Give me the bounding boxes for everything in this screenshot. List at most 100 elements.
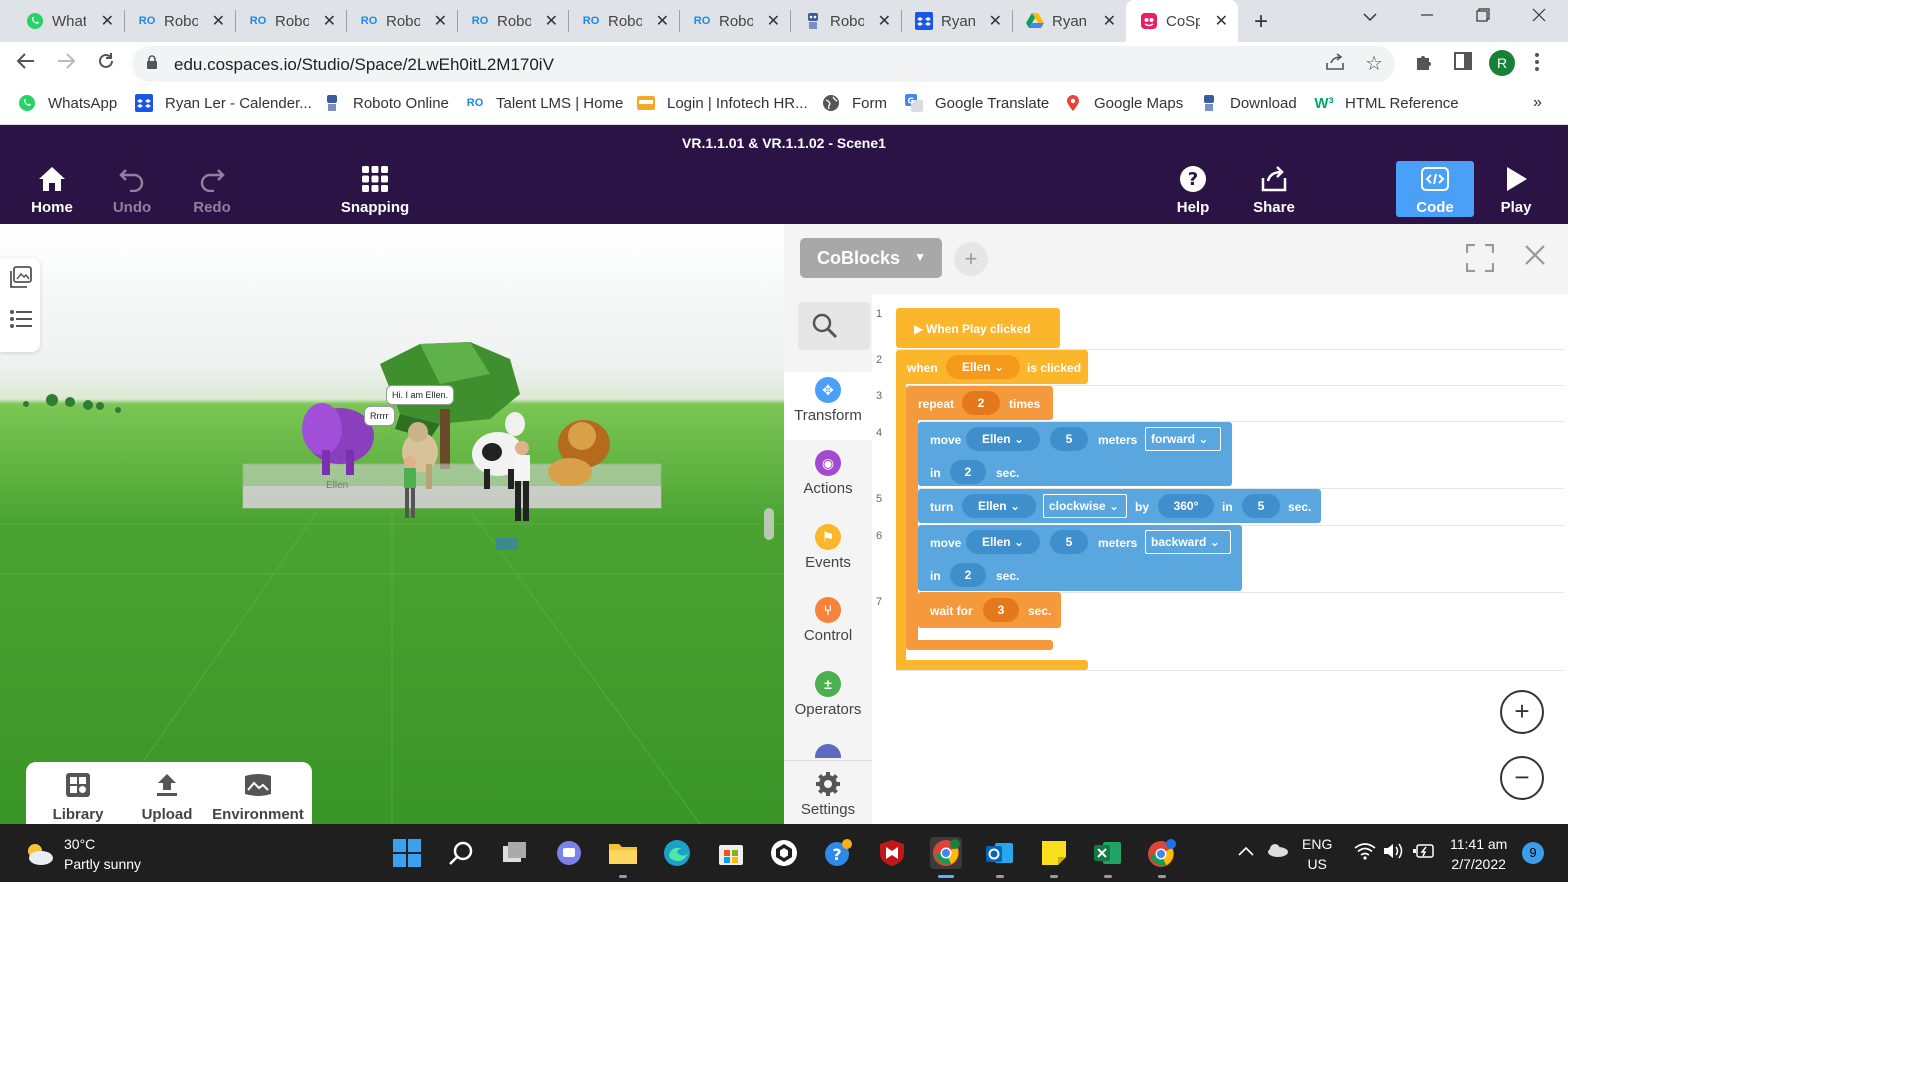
category-more[interactable] <box>784 744 872 758</box>
distance-input[interactable]: 5 <box>1050 530 1088 554</box>
browser-tab[interactable]: WhatsApp ✕ <box>12 0 124 42</box>
character-ellen[interactable] <box>404 456 416 518</box>
teams-chat-icon[interactable] <box>553 837 585 869</box>
browser-tab[interactable]: Roboto ✕ <box>790 0 901 42</box>
direction-dropdown[interactable]: backward ⌄ <box>1145 530 1231 554</box>
code-button[interactable]: Code <box>1400 163 1470 216</box>
category-operators[interactable]: ± Operators <box>784 671 872 718</box>
palette-search-button[interactable] <box>798 302 870 350</box>
address-bar[interactable]: edu.cospaces.io/Studio/Space/2LwEh0itL2M… <box>132 46 1395 82</box>
angle-input[interactable]: 360° <box>1158 494 1214 518</box>
bookmark-roboto-online[interactable]: Roboto Online <box>323 94 449 112</box>
wait-block[interactable]: wait for 3 sec. <box>918 592 1061 628</box>
help-tips-icon[interactable]: ? <box>822 837 854 869</box>
rotation-direction-dropdown[interactable]: clockwise ⌄ <box>1043 494 1127 518</box>
search-icon[interactable] <box>445 837 477 869</box>
browser-tab[interactable]: Ryan ✕ <box>1012 0 1126 42</box>
browser-tab-active[interactable]: CoSpaces ✕ <box>1126 0 1238 42</box>
restore-button[interactable] <box>1476 6 1490 27</box>
category-events[interactable]: ⚑ Events <box>784 524 872 571</box>
onedrive-cloud-icon[interactable] <box>1266 842 1288 862</box>
outlook-icon[interactable] <box>984 837 1016 869</box>
when-clicked-block[interactable]: when Ellen ⌄ is clicked <box>896 350 1088 384</box>
browser-tab[interactable]: RO Roboto Coding ✕ <box>346 0 457 42</box>
battery-icon[interactable] <box>1412 842 1436 865</box>
gallery-icon[interactable] <box>10 266 32 293</box>
reload-icon[interactable] <box>96 51 116 77</box>
ellen-dropdown[interactable]: Ellen ⌄ <box>962 494 1036 518</box>
redo-button[interactable]: Redo <box>177 163 247 216</box>
close-tab-icon[interactable]: ✕ <box>878 11 891 31</box>
close-tab-icon[interactable]: ✕ <box>101 11 114 31</box>
bookmark-google-maps[interactable]: Google Maps <box>1064 94 1183 112</box>
duration-input[interactable]: 5 <box>1242 494 1280 518</box>
close-tab-icon[interactable]: ✕ <box>1215 11 1228 31</box>
bookmark-infotech[interactable]: Login | Infotech HR... <box>637 94 808 112</box>
ellen-dropdown[interactable]: Ellen ⌄ <box>946 355 1020 379</box>
close-panel-icon[interactable] <box>1524 242 1546 273</box>
direction-dropdown[interactable]: forward ⌄ <box>1145 427 1221 451</box>
close-tab-icon[interactable]: ✕ <box>323 11 336 31</box>
close-tab-icon[interactable]: ✕ <box>656 11 669 31</box>
close-window-button[interactable] <box>1532 6 1546 27</box>
more-menu-icon[interactable] <box>1534 52 1540 77</box>
expand-icon[interactable] <box>1465 243 1495 273</box>
back-arrow-icon[interactable] <box>16 51 36 77</box>
category-control[interactable]: ⑂ Control <box>784 597 872 644</box>
duration-input[interactable]: 2 <box>950 563 986 587</box>
settings-button[interactable]: Settings <box>784 760 872 824</box>
clock[interactable]: 11:41 am 2/7/2022 <box>1450 834 1507 874</box>
bookmark-html-reference[interactable]: W³ HTML Reference <box>1314 94 1458 112</box>
wifi-icon[interactable] <box>1354 842 1376 865</box>
edge-icon[interactable] <box>661 837 693 869</box>
close-tab-icon[interactable]: ✕ <box>212 11 225 31</box>
bookmark-download[interactable]: Download <box>1200 94 1297 112</box>
excel-icon[interactable] <box>1092 837 1124 869</box>
notification-badge[interactable]: 9 <box>1522 842 1544 864</box>
wait-time-input[interactable]: 3 <box>983 598 1019 622</box>
chrome-icon[interactable] <box>930 837 962 869</box>
help-button[interactable]: ? Help <box>1158 163 1228 216</box>
tab-search-chevron-icon[interactable] <box>1363 6 1377 27</box>
minimize-button[interactable] <box>1420 6 1434 27</box>
repeat-block[interactable]: repeat 2 times <box>906 386 1053 420</box>
forward-arrow-icon[interactable] <box>56 51 76 77</box>
turn-block[interactable]: turn Ellen ⌄ clockwise ⌄ by 360° in 5 se… <box>918 489 1321 523</box>
browser-tab[interactable]: RO Roboto Coding ✕ <box>124 0 235 42</box>
category-transform[interactable]: ✥ Transform <box>784 372 872 440</box>
more-bookmarks-chevron-icon[interactable]: » <box>1533 94 1542 112</box>
close-tab-icon[interactable]: ✕ <box>1103 11 1116 31</box>
new-tab-button[interactable]: + <box>1254 8 1268 36</box>
profile-avatar[interactable]: R <box>1489 50 1515 76</box>
ellen-dropdown[interactable]: Ellen ⌄ <box>966 427 1040 451</box>
zoom-in-button[interactable]: + <box>1500 690 1544 734</box>
browser-tab[interactable]: RO Roboto Coding ✕ <box>679 0 790 42</box>
move-forward-block[interactable]: move Ellen ⌄ 5 meters forward ⌄ in 2 sec… <box>918 422 1232 486</box>
browser-tab[interactable]: Ryan ✕ <box>901 0 1012 42</box>
environment-button[interactable]: Environment <box>208 770 308 823</box>
show-hidden-icons-chevron[interactable] <box>1238 841 1254 861</box>
browser-tab[interactable]: RO Roboto Coding ✕ <box>568 0 679 42</box>
mcafee-icon[interactable] <box>876 837 908 869</box>
bookmark-form[interactable]: Form <box>822 94 887 112</box>
repeat-count-input[interactable]: 2 <box>962 391 1000 415</box>
browser-tab[interactable]: RO Roboto Coding ✕ <box>235 0 346 42</box>
bookmark-talent-lms[interactable]: RO Talent LMS | Home <box>466 94 624 112</box>
bookmark-ryan-calendar[interactable]: Ryan Ler - Calender... <box>135 94 312 112</box>
side-panel-icon[interactable] <box>1454 52 1472 75</box>
bookmark-star-icon[interactable]: ☆ <box>1365 51 1383 76</box>
weather-widget[interactable]: 30°C Partly sunny <box>24 834 141 874</box>
share-page-icon[interactable] <box>1325 53 1345 76</box>
library-button[interactable]: Library <box>40 770 116 823</box>
panel-resize-handle[interactable] <box>764 508 774 540</box>
bookmark-google-translate[interactable]: G Google Translate <box>905 94 1049 112</box>
code-workspace[interactable]: 1 2 3 4 5 6 7 ▶ When Play clicked when E… <box>872 294 1568 824</box>
close-tab-icon[interactable]: ✕ <box>989 11 1002 31</box>
distance-input[interactable]: 5 <box>1050 427 1088 451</box>
app-hexagon-icon[interactable] <box>768 837 800 869</box>
category-actions[interactable]: ◉ Actions <box>784 450 872 497</box>
zoom-out-button[interactable]: − <box>1500 756 1544 800</box>
undo-button[interactable]: Undo <box>97 163 167 216</box>
language-indicator[interactable]: ENG US <box>1302 834 1332 874</box>
sticky-notes-icon[interactable] <box>1038 837 1070 869</box>
